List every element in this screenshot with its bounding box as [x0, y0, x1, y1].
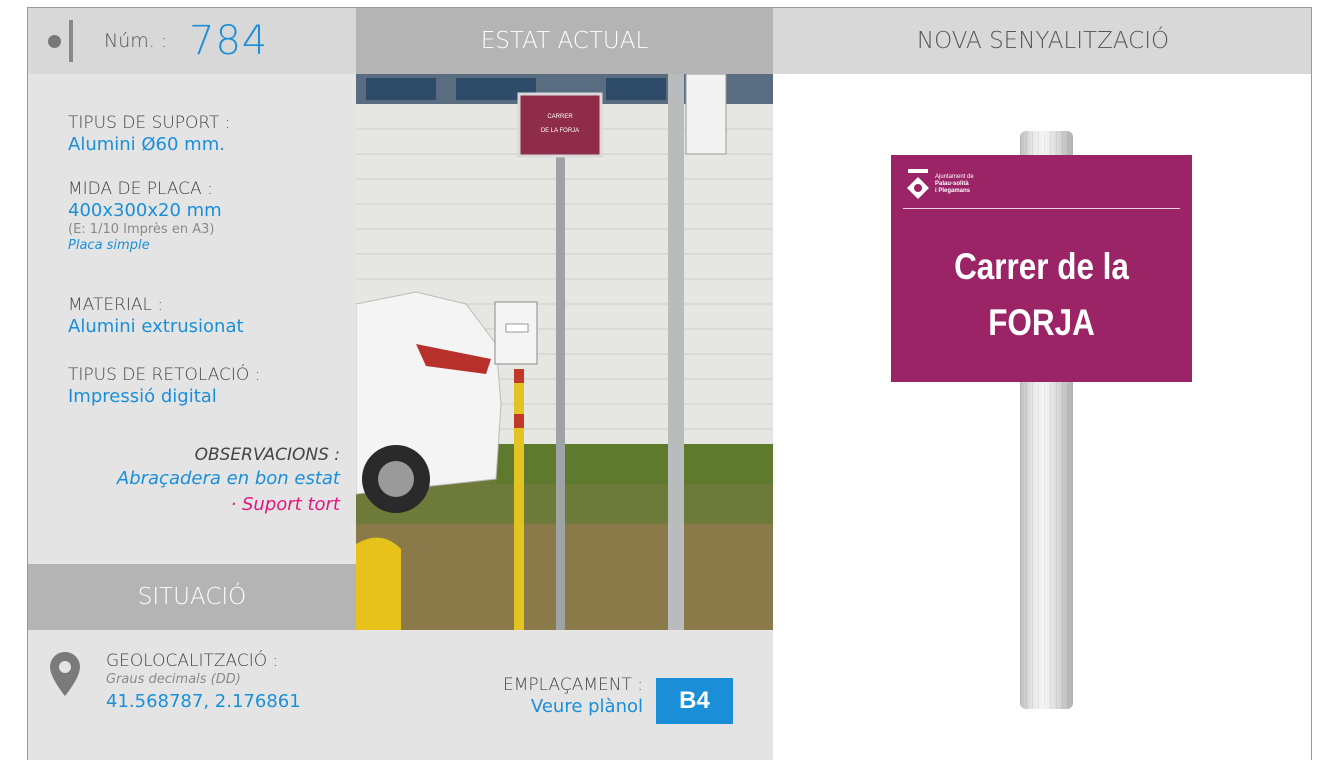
- specs-panel: TIPUS DE SUPORT : Alumini Ø60 mm. MIDA D…: [28, 74, 356, 564]
- material-value: Alumini extrusionat: [68, 316, 244, 337]
- placement-map-link[interactable]: Veure plànol: [423, 696, 643, 718]
- lettering-value: Impressió digital: [68, 386, 217, 407]
- logo-line2: Palau-solità: [935, 181, 969, 187]
- logo-line3: i Plegamans: [935, 188, 971, 194]
- logo-line1: Ajuntament de: [935, 174, 974, 180]
- sign-text-line2: FORJA: [988, 302, 1095, 343]
- divider-bar: [69, 20, 73, 62]
- material-field: MATERIAL : Alumini extrusionat: [68, 294, 244, 338]
- record-number-label: Núm. :: [104, 30, 168, 52]
- new-street-sign: Ajuntament de Palau-solità i Plegamans C…: [891, 155, 1192, 382]
- new-signage-panel: Ajuntament de Palau-solità i Plegamans C…: [773, 74, 1311, 760]
- support-type-label: TIPUS DE SUPORT :: [68, 113, 231, 133]
- lettering-label: TIPUS DE RETOLACIÓ :: [68, 365, 261, 385]
- lettering-field: TIPUS DE RETOLACIÓ : Impressió digital: [68, 364, 260, 408]
- municipal-shield-icon: [907, 169, 929, 199]
- geolocation-block: GEOLOCALITZACIÓ : Graus decimals (DD) 41…: [106, 650, 301, 713]
- sign-divider: [903, 208, 1180, 209]
- support-type-value: Alumini Ø60 mm.: [68, 134, 225, 155]
- observations-line2: · Suport tort: [230, 494, 340, 515]
- plate-size-note: (E: 1/10 Imprès en A3): [68, 222, 215, 237]
- placement-code-badge[interactable]: B4: [656, 678, 733, 724]
- new-signage-header: NOVA SENYALITZACIÓ: [773, 8, 1311, 74]
- photo-sign-line2: DE LA FORJA: [541, 128, 579, 134]
- current-state-header: ESTAT ACTUAL: [356, 8, 773, 74]
- sign-record-sheet: Núm. : 784 TIPUS DE SUPORT : Alumini Ø60…: [27, 7, 1312, 760]
- record-number-header: Núm. : 784: [28, 8, 356, 74]
- observations-field: OBSERVACIONS : Abraçadera en bon estat ·…: [117, 444, 340, 518]
- plate-type: Placa simple: [68, 238, 150, 253]
- municipal-logo-text: Ajuntament de Palau-solità i Plegamans: [935, 174, 974, 195]
- observations-line1: Abraçadera en bon estat: [116, 468, 340, 489]
- record-number-value: 784: [189, 18, 269, 64]
- location-pin-icon: [50, 652, 80, 696]
- bullet-dot-icon: [48, 35, 61, 48]
- geolocation-note: Graus decimals (DD): [106, 672, 241, 687]
- current-state-photo: CARRER DE LA FORJA: [356, 74, 773, 630]
- situacio-header: SITUACIÓ: [28, 564, 356, 630]
- geolocation-label: GEOLOCALITZACIÓ :: [106, 651, 279, 671]
- sign-street-name: Carrer de la FORJA: [914, 239, 1170, 351]
- sign-text-line1: Carrer de la: [954, 246, 1129, 287]
- plate-size-value: 400x300x20 mm: [68, 200, 222, 221]
- material-label: MATERIAL :: [68, 295, 164, 315]
- support-type-field: TIPUS DE SUPORT : Alumini Ø60 mm.: [68, 112, 230, 156]
- street-photo: CARRER DE LA FORJA: [356, 74, 773, 630]
- plate-size-label: MIDA DE PLACA :: [68, 179, 213, 199]
- photo-sign-line1: CARRER: [547, 114, 573, 120]
- placement-block: EMPLAÇAMENT : Veure plànol: [423, 674, 643, 718]
- location-panel: GEOLOCALITZACIÓ : Graus decimals (DD) 41…: [28, 630, 773, 760]
- placement-label: EMPLAÇAMENT :: [503, 675, 643, 695]
- geolocation-value: 41.568787, 2.176861: [106, 691, 301, 712]
- plate-size-field: MIDA DE PLACA : 400x300x20 mm (E: 1/10 I…: [68, 178, 222, 254]
- observations-label: OBSERVACIONS :: [194, 445, 340, 465]
